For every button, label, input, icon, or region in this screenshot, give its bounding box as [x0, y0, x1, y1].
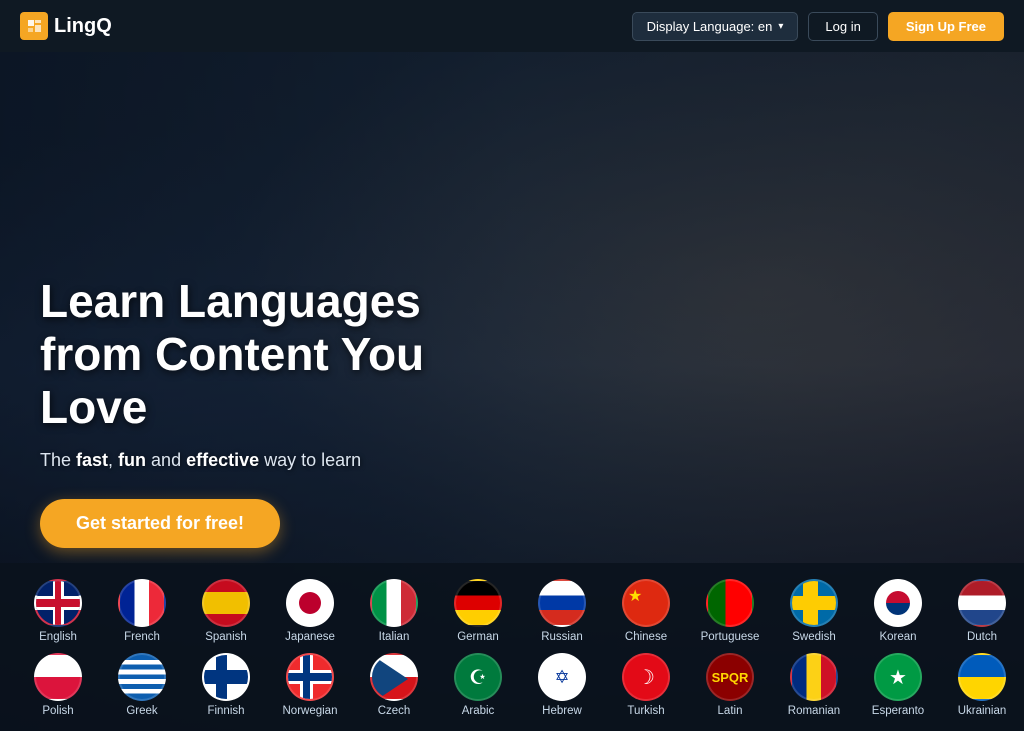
lang-item-arabic[interactable]: ☪ Arabic [440, 653, 516, 717]
lang-item-greek[interactable]: Greek [104, 653, 180, 717]
lang-item-dutch[interactable]: Dutch [944, 579, 1020, 643]
lang-item-portuguese[interactable]: Portuguese [692, 579, 768, 643]
lang-name-esperanto: Esperanto [872, 705, 924, 717]
flag-latin: SPQR [706, 653, 754, 701]
logo[interactable]: LingQ [20, 12, 112, 40]
hero-subtitle: The fast, fun and effective way to learn [40, 450, 520, 471]
header-actions: Display Language: en ▾ Log in Sign Up Fr… [632, 12, 1004, 41]
lang-item-french[interactable]: French [104, 579, 180, 643]
languages-section: English French Spanish Japanese Italian Germ… [0, 563, 1024, 731]
login-button[interactable]: Log in [808, 12, 877, 41]
lang-item-romanian[interactable]: Romanian [776, 653, 852, 717]
lang-name-chinese: Chinese [625, 631, 667, 643]
subtitle-and: and [146, 450, 186, 470]
logo-text: LingQ [54, 15, 112, 38]
lang-name-korean: Korean [879, 631, 916, 643]
flag-hebrew: ✡ [538, 653, 586, 701]
cta-button[interactable]: Get started for free! [40, 499, 280, 548]
lang-item-chinese[interactable]: ★ Chinese [608, 579, 684, 643]
lang-item-english[interactable]: English [20, 579, 96, 643]
flag-ukrainian [958, 653, 1006, 701]
flag-german [454, 579, 502, 627]
lang-item-hebrew[interactable]: ✡ Hebrew [524, 653, 600, 717]
lang-item-italian[interactable]: Italian [356, 579, 432, 643]
flag-romanian [790, 653, 838, 701]
flag-greek [118, 653, 166, 701]
lang-name-norwegian: Norwegian [283, 705, 338, 717]
flag-czech [370, 653, 418, 701]
lang-item-polish[interactable]: Polish [20, 653, 96, 717]
flag-italian [370, 579, 418, 627]
flag-portuguese [706, 579, 754, 627]
lang-name-hebrew: Hebrew [542, 705, 582, 717]
lang-name-latin: Latin [718, 705, 743, 717]
lang-name-finnish: Finnish [207, 705, 244, 717]
flag-polish [34, 653, 82, 701]
subtitle-suffix: way to learn [259, 450, 361, 470]
hero-title: Learn Languages from Content You Love [40, 275, 520, 434]
hero-content: Learn Languages from Content You Love Th… [40, 275, 520, 548]
lang-item-russian[interactable]: Russian [524, 579, 600, 643]
lang-item-norwegian[interactable]: Norwegian [272, 653, 348, 717]
flag-esperanto: ★ [874, 653, 922, 701]
signup-button[interactable]: Sign Up Free [888, 12, 1004, 41]
flag-english [34, 579, 82, 627]
flag-japanese [286, 579, 334, 627]
display-language-button[interactable]: Display Language: en ▾ [632, 12, 799, 41]
lang-name-swedish: Swedish [792, 631, 835, 643]
flag-arabic: ☪ [454, 653, 502, 701]
flag-russian [538, 579, 586, 627]
lang-item-spanish[interactable]: Spanish [188, 579, 264, 643]
subtitle-effective: effective [186, 450, 259, 470]
logo-icon [20, 12, 48, 40]
flag-korean [874, 579, 922, 627]
lang-item-korean[interactable]: Korean [860, 579, 936, 643]
lang-name-romanian: Romanian [788, 705, 840, 717]
lang-item-latin[interactable]: SPQR Latin [692, 653, 768, 717]
lang-name-greek: Greek [126, 705, 157, 717]
lang-name-turkish: Turkish [627, 705, 664, 717]
chevron-down-icon: ▾ [778, 21, 783, 32]
lang-name-german: German [457, 631, 499, 643]
flag-turkish: ☽ [622, 653, 670, 701]
lang-item-turkish[interactable]: ☽ Turkish [608, 653, 684, 717]
lang-item-swedish[interactable]: Swedish [776, 579, 852, 643]
lang-name-french: French [124, 631, 160, 643]
lang-name-czech: Czech [378, 705, 411, 717]
languages-row-1: English French Spanish Japanese Italian Germ… [20, 579, 1004, 643]
subtitle-mid: , [108, 450, 118, 470]
lang-name-dutch: Dutch [967, 631, 997, 643]
flag-swedish [790, 579, 838, 627]
display-language-label: Display Language: en [647, 19, 773, 34]
lang-item-czech[interactable]: Czech [356, 653, 432, 717]
lang-name-italian: Italian [379, 631, 410, 643]
languages-row-2: Polish Greek Finnish Norwegian Czech ☪ Ar… [20, 653, 1004, 717]
lang-name-japanese: Japanese [285, 631, 335, 643]
subtitle-fast: fast [76, 450, 108, 470]
flag-norwegian [286, 653, 334, 701]
header: LingQ Display Language: en ▾ Log in Sign… [0, 0, 1024, 52]
subtitle-prefix: The [40, 450, 76, 470]
lang-name-ukrainian: Ukrainian [958, 705, 1007, 717]
lang-item-finnish[interactable]: Finnish [188, 653, 264, 717]
lang-item-ukrainian[interactable]: Ukrainian [944, 653, 1020, 717]
lang-name-arabic: Arabic [462, 705, 495, 717]
subtitle-fun: fun [118, 450, 146, 470]
flag-chinese: ★ [622, 579, 670, 627]
lang-item-esperanto[interactable]: ★ Esperanto [860, 653, 936, 717]
flag-dutch [958, 579, 1006, 627]
languages-grid: English French Spanish Japanese Italian Germ… [20, 579, 1004, 717]
lang-name-spanish: Spanish [205, 631, 247, 643]
lang-item-german[interactable]: German [440, 579, 516, 643]
lang-item-japanese[interactable]: Japanese [272, 579, 348, 643]
lang-name-english: English [39, 631, 77, 643]
flag-spanish [202, 579, 250, 627]
lang-name-russian: Russian [541, 631, 583, 643]
flag-french [118, 579, 166, 627]
flag-finnish [202, 653, 250, 701]
lang-name-portuguese: Portuguese [701, 631, 760, 643]
lang-name-polish: Polish [42, 705, 73, 717]
